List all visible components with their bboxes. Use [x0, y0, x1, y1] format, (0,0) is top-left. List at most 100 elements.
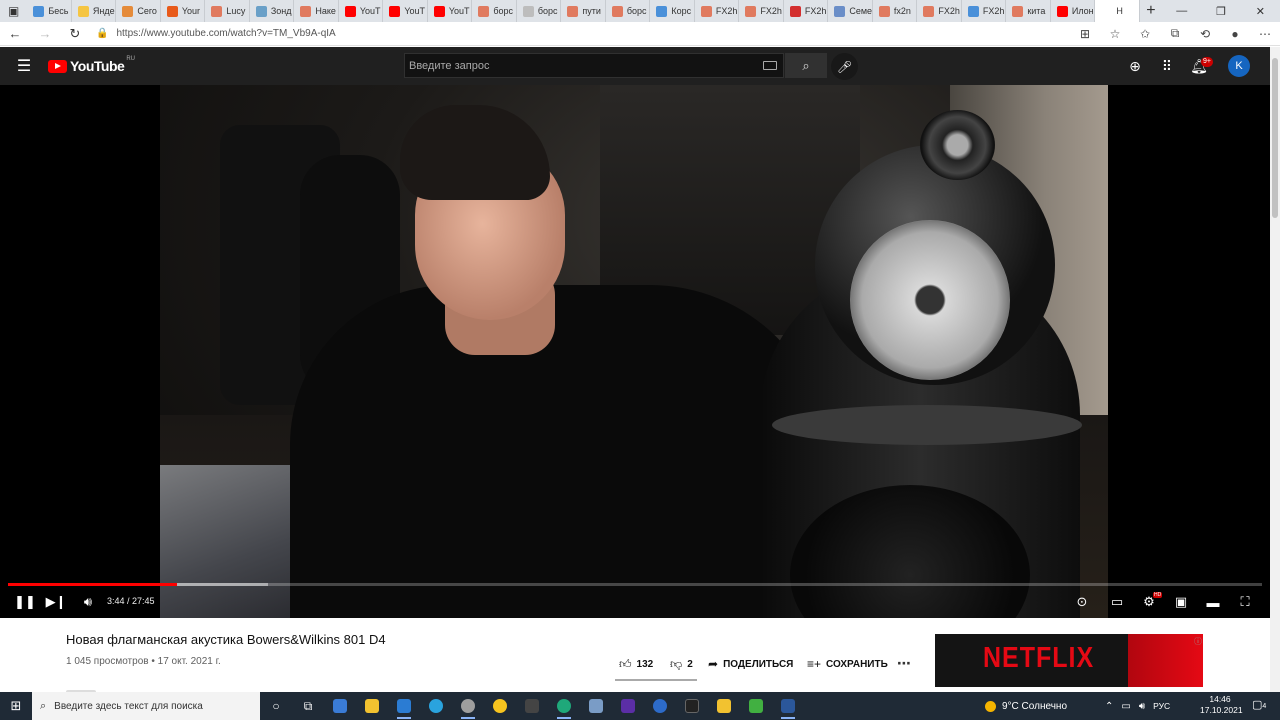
video-frame: [160, 85, 1108, 618]
share-button[interactable]: ➦ ПОДЕЛИТЬСЯ: [708, 656, 793, 672]
snipping-icon[interactable]: [580, 692, 612, 720]
favorites-icon[interactable]: ✩: [1130, 22, 1160, 46]
word-icon[interactable]: [772, 692, 804, 720]
clock[interactable]: 14:46 17.10.2021: [1200, 694, 1243, 716]
video-player[interactable]: [0, 85, 1270, 618]
browser-tab[interactable]: Сего: [116, 0, 161, 22]
edge-icon[interactable]: [548, 692, 580, 720]
browser-tab[interactable]: FX2h: [962, 0, 1007, 22]
browser-tab[interactable]: борс: [606, 0, 651, 22]
mail-icon[interactable]: [388, 692, 420, 720]
cortana-icon[interactable]: ○: [260, 692, 292, 720]
collections-icon[interactable]: ⧉: [1160, 22, 1190, 46]
browser-tab[interactable]: Зонд: [250, 0, 295, 22]
taskbar-search[interactable]: ⌕ Введите здесь текст для поиска: [32, 692, 260, 720]
tab-favicon-icon: [1012, 5, 1024, 17]
volume-tray-icon[interactable]: 🔊︎: [1139, 701, 1145, 712]
volume-icon[interactable]: 🔊︎: [78, 592, 98, 612]
forward-button[interactable]: →: [30, 22, 60, 46]
browser-tab[interactable]: кита: [1006, 0, 1051, 22]
app-available-icon[interactable]: ⊞: [1070, 22, 1100, 46]
theater-mode-icon[interactable]: ▬: [1202, 592, 1224, 612]
browser-tab[interactable]: Семе: [828, 0, 873, 22]
maximize-button[interactable]: ❐: [1201, 0, 1240, 22]
pause-button[interactable]: ❚❚: [14, 592, 36, 612]
network-icon[interactable]: ▭: [1121, 701, 1130, 712]
browser-tab[interactable]: Янде: [72, 0, 117, 22]
hamburger-menu-icon[interactable]: ☰: [0, 56, 48, 76]
save-button[interactable]: ≡+ СОХРАНИТЬ: [807, 656, 888, 672]
notification-center-icon[interactable]: ▢4: [1252, 698, 1266, 711]
search-button[interactable]: ⌕: [785, 53, 827, 78]
netflix-ad-banner[interactable]: NETFLIX: [935, 634, 1203, 687]
back-button[interactable]: ←: [0, 22, 30, 46]
remote-icon[interactable]: [644, 692, 676, 720]
ide-icon[interactable]: [612, 692, 644, 720]
app-icon[interactable]: [452, 692, 484, 720]
file-explorer-icon[interactable]: [356, 692, 388, 720]
chart-app-icon[interactable]: [516, 692, 548, 720]
browser-tab[interactable]: Бесь: [27, 0, 72, 22]
browser-tab[interactable]: Наке: [294, 0, 339, 22]
close-window-button[interactable]: ✕: [1241, 0, 1280, 22]
miniplayer-icon[interactable]: ▣: [1170, 592, 1192, 612]
browser-tab[interactable]: YouT: [428, 0, 473, 22]
qt-icon[interactable]: [740, 692, 772, 720]
browser-tab[interactable]: YouT: [383, 0, 428, 22]
fullscreen-icon[interactable]: ⛶: [1234, 592, 1256, 612]
tab-favicon-icon: [967, 5, 979, 17]
browser-tab[interactable]: YouT: [339, 0, 384, 22]
more-actions-button[interactable]: ⋯: [897, 655, 911, 672]
browser-tab[interactable]: Илон: [1051, 0, 1096, 22]
browser-tab[interactable]: Корс: [650, 0, 695, 22]
avatar[interactable]: K: [1228, 55, 1250, 77]
ad-info-icon[interactable]: ⓘ: [1194, 636, 1202, 647]
minimize-button[interactable]: —: [1162, 0, 1201, 22]
telegram-icon[interactable]: [420, 692, 452, 720]
next-button[interactable]: ▶❙: [46, 592, 67, 612]
like-button[interactable]: 👍︎ 132: [619, 656, 653, 672]
browser-tab[interactable]: fx2n: [873, 0, 918, 22]
tab-actions-icon[interactable]: ▣: [0, 0, 27, 22]
tab-favicon-icon: [1056, 5, 1068, 17]
yandex-icon[interactable]: [484, 692, 516, 720]
browser-tab[interactable]: Your: [161, 0, 206, 22]
keyboard-icon[interactable]: [763, 61, 777, 70]
voice-search-button[interactable]: 🎤︎: [831, 53, 858, 80]
like-ratio-bar: [615, 679, 697, 681]
youtube-logo[interactable]: YouTube RU: [48, 56, 135, 74]
browser-tab[interactable]: Н: [1095, 0, 1140, 22]
weather-text[interactable]: 9°C Солнечно: [1002, 701, 1067, 712]
browser-tab[interactable]: FX2h: [695, 0, 740, 22]
profile-icon[interactable]: ●: [1220, 22, 1250, 46]
browser-tab[interactable]: Lucy: [205, 0, 250, 22]
apps-grid-icon[interactable]: ⠿: [1156, 56, 1178, 76]
autoplay-toggle[interactable]: ⊙: [1070, 592, 1094, 612]
reload-button[interactable]: ↻: [60, 22, 90, 46]
tray-chevron-icon[interactable]: ⌃: [1105, 701, 1113, 712]
language-indicator[interactable]: РУС: [1153, 701, 1170, 711]
create-video-icon[interactable]: ⊕: [1124, 56, 1146, 76]
tab-favicon-icon: [1101, 5, 1113, 17]
start-button[interactable]: ⊞: [0, 692, 32, 720]
store-icon[interactable]: [324, 692, 356, 720]
browser-tab[interactable]: пути: [561, 0, 606, 22]
more-menu-icon[interactable]: ⋯: [1250, 22, 1280, 46]
dislike-button[interactable]: 👎︎ 2: [670, 656, 693, 672]
browser-tab[interactable]: FX2h: [739, 0, 784, 22]
browser-tab[interactable]: FX2h: [784, 0, 829, 22]
scrollbar-thumb[interactable]: [1272, 58, 1278, 218]
browser-tab[interactable]: FX2h: [917, 0, 962, 22]
task-view-icon[interactable]: ⧉: [292, 692, 324, 720]
search-input[interactable]: [405, 59, 755, 72]
browser-tab[interactable]: борс: [472, 0, 517, 22]
arduino-icon[interactable]: [708, 692, 740, 720]
url-field[interactable]: 🔒 https://www.youtube.com/watch?v=TM_Vb9…: [90, 24, 1050, 44]
browser-tab[interactable]: борс: [517, 0, 562, 22]
subtitles-icon[interactable]: ▭: [1106, 592, 1128, 612]
terminal-icon[interactable]: [676, 692, 708, 720]
new-tab-button[interactable]: +: [1140, 0, 1162, 22]
history-icon[interactable]: ⟲: [1190, 22, 1220, 46]
tab-label: FX2h: [760, 6, 782, 16]
tracking-icon[interactable]: ☆: [1100, 22, 1130, 46]
